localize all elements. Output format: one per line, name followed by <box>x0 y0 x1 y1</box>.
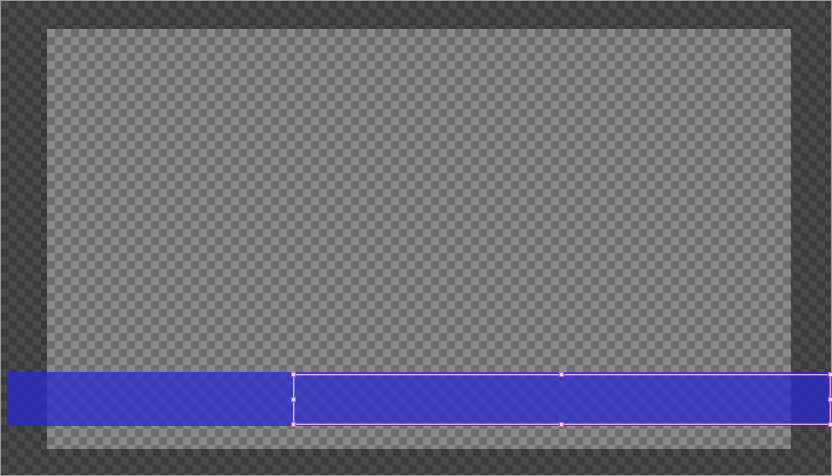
selection-bounding-box[interactable] <box>291 372 832 427</box>
resize-handle-top-left[interactable] <box>291 372 296 377</box>
resize-handle-bottom-left[interactable] <box>291 422 296 427</box>
resize-handle-bottom-middle[interactable] <box>559 422 564 427</box>
resize-handle-bottom-right[interactable] <box>828 422 832 427</box>
resize-handle-top-right[interactable] <box>828 372 832 377</box>
editor-canvas[interactable] <box>0 0 832 476</box>
resize-handle-middle-right[interactable] <box>828 396 832 402</box>
resize-handle-middle-left[interactable] <box>291 396 296 402</box>
resize-handle-top-middle[interactable] <box>559 372 564 377</box>
